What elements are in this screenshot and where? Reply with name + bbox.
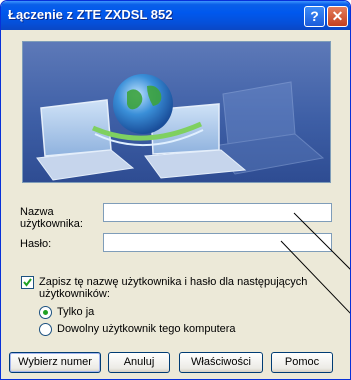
save-credentials-checkbox[interactable] <box>21 276 34 289</box>
connect-dialog: Łączenie z ZTE ZXDSL 852 ? ✕ Nazwa użytk… <box>0 0 351 380</box>
radio-anyone[interactable] <box>39 323 52 336</box>
save-credentials-label-line2: użytkowników: <box>39 288 110 300</box>
save-credentials-label-line1: Zapisz tę nazwę użytkownika i hasło dla … <box>39 276 308 288</box>
radio-selected-dot <box>43 310 48 315</box>
password-label: Hasło: <box>20 238 52 250</box>
laptops-globe-illustration <box>36 74 325 181</box>
username-field[interactable] <box>103 203 332 222</box>
radio-anyone-label: Dowolny użytkownik tego komputera <box>57 323 236 335</box>
connection-banner-image <box>22 41 331 183</box>
username-label-line2: użytkownika: <box>20 218 83 230</box>
properties-button[interactable]: Właściwości <box>179 352 263 373</box>
radio-only-me-label: Tylko ja <box>57 306 95 318</box>
title-bar[interactable]: Łączenie z ZTE ZXDSL 852 ? ✕ <box>1 1 350 30</box>
password-field[interactable] <box>103 233 332 252</box>
checkmark-icon <box>23 278 32 287</box>
cancel-button[interactable]: Anuluj <box>108 352 170 373</box>
help-icon[interactable]: ? <box>304 6 325 27</box>
help-button[interactable]: Pomoc <box>271 352 333 373</box>
dial-button[interactable]: Wybierz numer <box>9 352 101 373</box>
window-title: Łączenie z ZTE ZXDSL 852 <box>8 7 173 22</box>
close-icon[interactable]: ✕ <box>327 6 348 27</box>
username-label-line1: Nazwa <box>20 206 54 218</box>
radio-only-me[interactable] <box>39 306 52 319</box>
